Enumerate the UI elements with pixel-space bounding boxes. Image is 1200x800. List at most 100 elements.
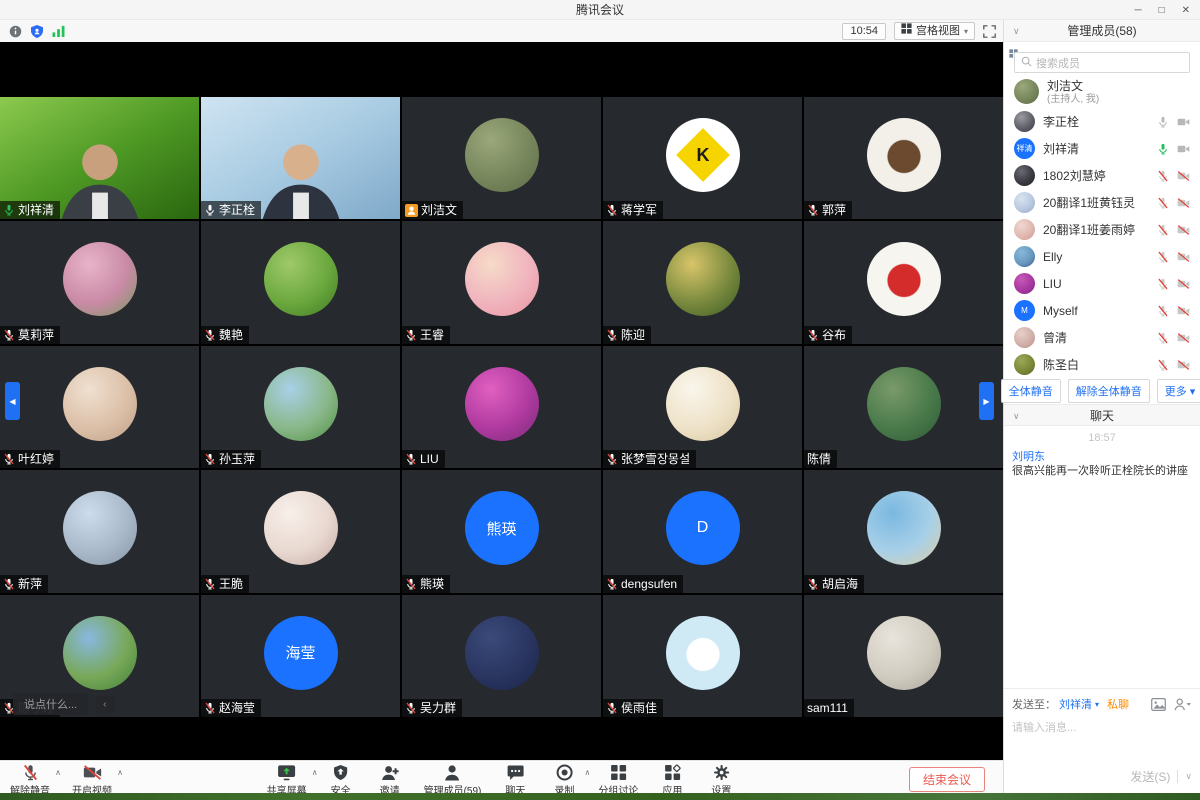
mic-muted-icon[interactable] bbox=[1157, 359, 1169, 371]
mic-muted-icon bbox=[606, 453, 618, 465]
video-tile[interactable]: LIU bbox=[402, 346, 601, 468]
member-row[interactable]: 刘洁文(主持人, 我) bbox=[1004, 74, 1200, 108]
video-tile[interactable]: 张梦雪장몽설 bbox=[603, 346, 802, 468]
video-tile[interactable]: 侯雨佳 bbox=[603, 595, 802, 717]
participant-name-label: 新萍 bbox=[0, 575, 48, 593]
mic-icon[interactable] bbox=[1157, 143, 1169, 155]
signal-icon bbox=[52, 25, 65, 37]
mic-muted-icon[interactable] bbox=[1157, 251, 1169, 263]
grid-view-button[interactable]: 宫格视图 ▾ bbox=[894, 22, 975, 40]
video-tile[interactable]: 李正栓 bbox=[201, 97, 400, 219]
video-tile[interactable]: 海莹赵海莹 bbox=[201, 595, 400, 717]
video-tile[interactable]: 王睿 bbox=[402, 221, 601, 343]
camera-muted-icon[interactable] bbox=[1177, 171, 1190, 181]
video-tile[interactable]: 郭萍 bbox=[804, 97, 1003, 219]
member-row[interactable]: 曾清 bbox=[1004, 324, 1200, 351]
member-row[interactable]: LIU bbox=[1004, 270, 1200, 297]
add-person-icon[interactable] bbox=[1174, 698, 1192, 711]
mic-muted-icon[interactable] bbox=[1157, 305, 1169, 317]
member-row[interactable]: 20翻译1班姜雨婷 bbox=[1004, 216, 1200, 243]
member-row[interactable]: 20翻译1班黄钰灵 bbox=[1004, 189, 1200, 216]
camera-muted-icon[interactable] bbox=[1177, 198, 1190, 208]
collapse-left-icon[interactable]: ‹ bbox=[96, 696, 113, 713]
camera-muted-icon[interactable] bbox=[1177, 333, 1190, 343]
end-meeting-button[interactable]: 结束会议 bbox=[909, 767, 985, 792]
mic-muted-icon[interactable] bbox=[1157, 197, 1169, 209]
send-button[interactable]: 发送(S) bbox=[1130, 768, 1170, 785]
participant-name: 王脆 bbox=[219, 577, 243, 591]
search-input[interactable]: 搜索成员 bbox=[1014, 52, 1190, 73]
member-row[interactable]: 1802刘慧婷 bbox=[1004, 162, 1200, 189]
camera-muted-icon[interactable] bbox=[1177, 279, 1190, 289]
send-to-selector[interactable]: 刘祥清 bbox=[1059, 696, 1092, 712]
video-tile[interactable]: sam111 bbox=[804, 595, 1003, 717]
chevron-up-icon[interactable]: ∧ bbox=[585, 768, 591, 777]
shield-icon[interactable] bbox=[31, 25, 43, 38]
collapse-members-icon[interactable]: ∨ bbox=[1013, 26, 1020, 37]
video-tile[interactable]: 莫莉萍 bbox=[0, 221, 199, 343]
mic-muted-icon bbox=[606, 204, 618, 216]
member-name: LIU bbox=[1043, 277, 1149, 291]
video-tile[interactable]: 王脆 bbox=[201, 470, 400, 592]
app-window: 腾讯会议 ─ □ ✕ 10:54 宫格视图 ▾ 刘祥清李正栓刘洁文K蒋学军郭萍莫… bbox=[0, 0, 1200, 800]
video-tile[interactable]: 陈倩 bbox=[804, 346, 1003, 468]
next-page-button[interactable]: ▶ bbox=[979, 382, 994, 420]
mic-muted-icon[interactable] bbox=[1157, 224, 1169, 236]
video-tile[interactable]: 吴力群 bbox=[402, 595, 601, 717]
avatar: M bbox=[1014, 300, 1035, 321]
video-tile[interactable]: 孙玉萍 bbox=[201, 346, 400, 468]
member-row[interactable]: 李正栓 bbox=[1004, 108, 1200, 135]
member-text: 陈圣白 bbox=[1043, 356, 1149, 373]
video-tile[interactable]: 新萍 bbox=[0, 470, 199, 592]
message-input[interactable]: 请输入消息... bbox=[1004, 712, 1200, 742]
avatar bbox=[867, 491, 941, 565]
member-row[interactable]: MMyself bbox=[1004, 297, 1200, 324]
collapse-chat-icon[interactable]: ∨ bbox=[1013, 411, 1020, 422]
camera-icon[interactable] bbox=[1177, 144, 1190, 154]
video-tile[interactable]: 陈今婷说点什么...‹ bbox=[0, 595, 199, 717]
avatar bbox=[63, 491, 137, 565]
member-row[interactable]: 祥清刘祥清 bbox=[1004, 135, 1200, 162]
camera-muted-icon[interactable] bbox=[1177, 225, 1190, 235]
video-tile[interactable]: 魏艳 bbox=[201, 221, 400, 343]
info-icon[interactable] bbox=[9, 25, 22, 38]
video-tile[interactable]: 刘洁文 bbox=[402, 97, 601, 219]
chevron-down-icon[interactable]: ▾ bbox=[1095, 700, 1099, 709]
mic-icon[interactable] bbox=[1157, 116, 1169, 128]
video-tile[interactable]: 谷布 bbox=[804, 221, 1003, 343]
fullscreen-button[interactable] bbox=[983, 25, 996, 38]
member-name: 李正栓 bbox=[1043, 113, 1149, 130]
mic-muted-icon[interactable] bbox=[1157, 332, 1169, 344]
image-icon[interactable] bbox=[1151, 698, 1166, 711]
mic-muted-icon bbox=[807, 578, 819, 590]
chevron-down-icon[interactable]: ∨ bbox=[1185, 771, 1192, 782]
unmute-all-button[interactable]: 解除全体静音 bbox=[1068, 379, 1150, 403]
participant-name: 叶红婷 bbox=[18, 452, 54, 466]
camera-muted-icon[interactable] bbox=[1177, 252, 1190, 262]
mic-muted-icon[interactable] bbox=[1157, 278, 1169, 290]
prev-page-button[interactable]: ◀ bbox=[5, 382, 20, 420]
chevron-up-icon[interactable]: ∧ bbox=[55, 768, 61, 777]
video-tile[interactable]: 熊瑛熊瑛 bbox=[402, 470, 601, 592]
chevron-up-icon[interactable]: ∧ bbox=[312, 768, 318, 777]
video-tile[interactable]: 叶红婷 bbox=[0, 346, 199, 468]
member-row[interactable]: 陈圣白 bbox=[1004, 351, 1200, 378]
video-tile[interactable]: 胡启海 bbox=[804, 470, 1003, 592]
camera-icon[interactable] bbox=[1177, 117, 1190, 127]
video-tile[interactable]: Ddengsufen bbox=[603, 470, 802, 592]
maximize-button[interactable]: □ bbox=[1159, 5, 1165, 16]
mic-muted-icon[interactable] bbox=[1157, 170, 1169, 182]
quick-chat-input[interactable]: 说点什么... bbox=[13, 693, 88, 715]
video-tile[interactable]: K蒋学军 bbox=[603, 97, 802, 219]
chevron-up-icon[interactable]: ∧ bbox=[117, 768, 123, 777]
camera-muted-icon[interactable] bbox=[1177, 306, 1190, 316]
meeting-info-bar: 10:54 宫格视图 ▾ bbox=[0, 20, 1003, 42]
video-tile[interactable]: 陈迎 bbox=[603, 221, 802, 343]
close-button[interactable]: ✕ bbox=[1182, 5, 1190, 16]
camera-muted-icon[interactable] bbox=[1177, 360, 1190, 370]
mute-all-button[interactable]: 全体静音 bbox=[1001, 379, 1061, 403]
video-tile[interactable]: 刘祥清 bbox=[0, 97, 199, 219]
minimize-button[interactable]: ─ bbox=[1134, 5, 1141, 16]
more-button[interactable]: 更多 ▾ bbox=[1157, 379, 1200, 403]
member-row[interactable]: Elly bbox=[1004, 243, 1200, 270]
